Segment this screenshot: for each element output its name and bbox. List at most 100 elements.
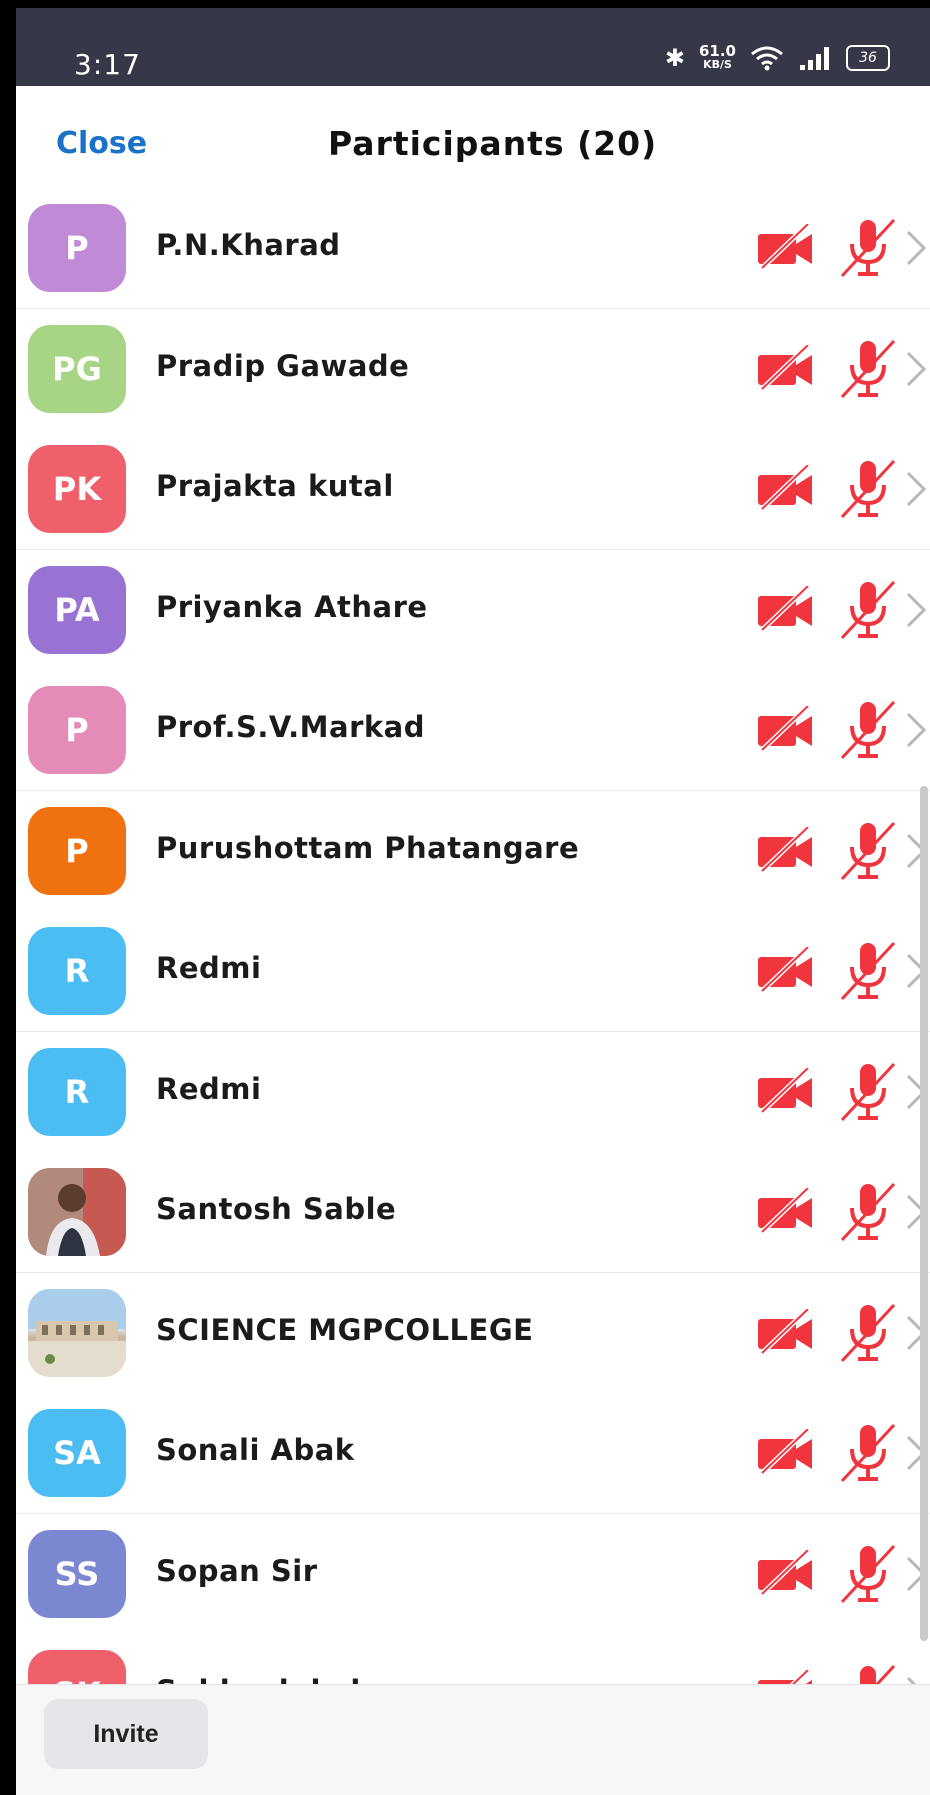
participants-header: Close Participants (20) [16, 86, 930, 197]
mic-off-icon [838, 1542, 898, 1606]
participant-name: Priyanka Athare [156, 589, 428, 624]
avatar: SS [28, 1529, 126, 1618]
mic-off-icon [838, 1662, 898, 1684]
avatar: P [28, 204, 126, 292]
participant-row[interactable]: PK Prajakta kutal [16, 429, 930, 550]
participant-row[interactable]: SK Subhash kale [16, 1634, 930, 1684]
participant-row[interactable]: PG Pradip Gawade [16, 308, 930, 430]
participant-list[interactable]: P P.N.Kharad PG Pradip Gawade PK Prajakta kut… [16, 196, 930, 1684]
status-icons: ✱ 61.0 KB/S 36 [665, 44, 890, 72]
avatar-initials: PK [52, 470, 102, 508]
avatar [28, 1168, 126, 1256]
mic-off-icon [838, 1301, 898, 1365]
chevron-right-icon[interactable] [900, 1670, 930, 1684]
avatar-initials: P [65, 229, 89, 267]
video-off-icon [756, 1669, 816, 1684]
participant-row[interactable]: P P.N.Kharad [16, 196, 930, 309]
video-off-icon [756, 1428, 816, 1477]
participant-row[interactable]: R Redmi [16, 911, 930, 1032]
network-speed-value: 61.0 [698, 42, 736, 60]
participant-name: Redmi [156, 951, 262, 985]
status-time: 3:17 [74, 48, 141, 81]
participant-name: Subhash kale [156, 1674, 381, 1684]
mic-off-icon [838, 578, 898, 642]
avatar-initials: P [65, 831, 89, 870]
video-off-icon [756, 584, 816, 634]
video-off-icon [756, 705, 816, 754]
participant-name: Prajakta kutal [156, 469, 394, 503]
signal-icon [800, 47, 829, 70]
participant-name: Santosh Sable [156, 1192, 397, 1226]
participant-row[interactable]: Santosh Sable [16, 1152, 930, 1273]
video-off-icon [756, 464, 816, 513]
avatar [28, 1288, 126, 1377]
chevron-right-icon[interactable] [900, 345, 930, 393]
mic-off-icon [838, 939, 898, 1003]
avatar: P [28, 686, 126, 774]
wifi-icon [751, 46, 783, 71]
avatar-initials: P [65, 711, 89, 749]
participant-name: Redmi [156, 1071, 262, 1106]
participant-name: Pradip Gawade [156, 348, 410, 383]
page-title: Participants (20) [328, 124, 658, 163]
participant-row[interactable]: R Redmi [16, 1031, 930, 1153]
video-off-icon [756, 1066, 816, 1116]
avatar: PK [28, 445, 126, 533]
participant-name: Purushottam Phatangare [156, 830, 580, 865]
participant-row[interactable]: SS Sopan Sir [16, 1513, 930, 1635]
mic-off-icon [838, 698, 898, 762]
status-bar: 3:17 ✱ 61.0 KB/S 36 [16, 8, 930, 86]
chevron-right-icon[interactable] [900, 465, 930, 513]
video-off-icon [756, 1187, 816, 1236]
participant-row[interactable]: P Prof.S.V.Markad [16, 670, 930, 791]
video-off-icon [756, 343, 816, 393]
participant-row[interactable]: SCIENCE MGPCOLLEGE [16, 1272, 930, 1394]
avatar: SA [28, 1409, 126, 1497]
app-frame: 3:17 ✱ 61.0 KB/S 36 Close Participants (… [16, 8, 930, 1795]
avatar-initials: PG [52, 349, 102, 388]
avatar: R [28, 927, 126, 1015]
mic-off-icon [838, 337, 898, 401]
avatar-initials: PA [54, 590, 100, 629]
mic-off-icon [838, 1421, 898, 1485]
battery-icon: 36 [846, 45, 890, 71]
participant-row[interactable]: SA Sonali Abak [16, 1393, 930, 1514]
participant-name: SCIENCE MGPCOLLEGE [156, 1312, 534, 1347]
footer-bar: Invite [16, 1684, 930, 1795]
chevron-right-icon[interactable] [900, 224, 930, 272]
close-button[interactable]: Close [56, 126, 147, 161]
video-off-icon [756, 1307, 816, 1357]
mic-off-icon [838, 216, 898, 280]
video-off-icon [756, 223, 816, 272]
mic-off-icon [838, 1180, 898, 1244]
avatar-initials: SA [53, 1434, 101, 1472]
avatar-initials: R [64, 952, 90, 990]
scrollbar[interactable] [920, 786, 928, 1641]
avatar: PG [28, 324, 126, 413]
chevron-right-icon[interactable] [900, 586, 930, 634]
avatar: SK [28, 1650, 126, 1684]
participant-name: P.N.Kharad [156, 228, 341, 262]
avatar: R [28, 1047, 126, 1136]
participant-row[interactable]: PA Priyanka Athare [16, 549, 930, 671]
mic-off-icon [838, 819, 898, 883]
participant-name: Sonali Abak [156, 1433, 355, 1467]
video-off-icon [756, 1548, 816, 1598]
chevron-right-icon[interactable] [900, 706, 930, 754]
participant-name: Prof.S.V.Markad [156, 710, 425, 744]
invite-button[interactable]: Invite [44, 1699, 208, 1769]
bluetooth-icon: ✱ [664, 44, 685, 72]
network-speed: 61.0 KB/S [699, 44, 736, 72]
mic-off-icon [838, 457, 898, 521]
network-speed-unit: KB/S [703, 58, 732, 71]
avatar: P [28, 806, 126, 895]
avatar: PA [28, 565, 126, 654]
mic-off-icon [838, 1060, 898, 1124]
avatar-initials: SS [54, 1554, 100, 1593]
participant-row[interactable]: P Purushottam Phatangare [16, 790, 930, 912]
avatar-initials: R [64, 1072, 90, 1111]
avatar-initials: SK [53, 1675, 101, 1684]
participant-name: Sopan Sir [156, 1553, 318, 1588]
video-off-icon [756, 946, 816, 995]
video-off-icon [756, 825, 816, 875]
